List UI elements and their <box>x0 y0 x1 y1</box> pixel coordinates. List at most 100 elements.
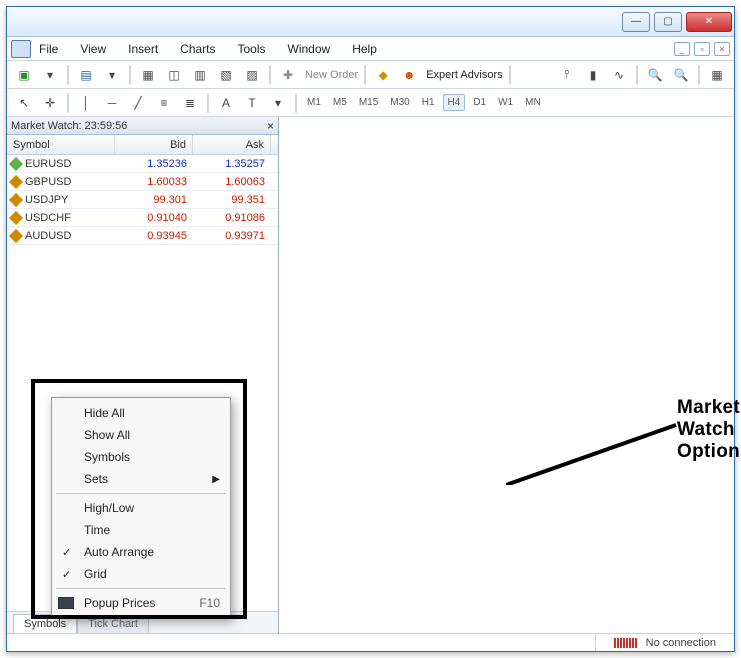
ask-value: 99.351 <box>193 191 271 208</box>
cursor-icon[interactable]: ↖ <box>13 92 35 114</box>
ctx-separator <box>56 493 226 494</box>
ctx-grid[interactable]: ✓Grid <box>52 563 230 585</box>
tf-m5[interactable]: M5 <box>329 95 351 110</box>
mdi-close-button[interactable]: × <box>714 42 730 56</box>
direction-icon <box>9 210 23 224</box>
direction-icon <box>9 228 23 242</box>
new-order-icon[interactable]: ✚ <box>277 64 299 86</box>
fibonacci-icon[interactable]: ≣ <box>179 92 201 114</box>
separator <box>698 65 700 85</box>
market-watch-close-icon[interactable]: × <box>267 119 274 133</box>
toolbar-main: ▣ ▾ ▤ ▾ ▦ ◫ ▥ ▧ ▨ ✚ New Order ◆ ☻ Expert… <box>7 61 734 89</box>
popup-prices-icon <box>58 597 74 609</box>
ctx-high-low[interactable]: High/Low <box>52 497 230 519</box>
tf-mn[interactable]: MN <box>521 95 545 110</box>
app-icon <box>11 40 31 58</box>
menu-window[interactable]: Window <box>288 42 331 56</box>
chevron-down-icon[interactable]: ▾ <box>267 92 289 114</box>
line-chart-icon[interactable]: ∿ <box>608 64 630 86</box>
check-icon: ✓ <box>62 546 71 559</box>
separator <box>269 65 271 85</box>
mdi-restore-button[interactable]: ▫ <box>694 42 710 56</box>
maximize-button[interactable]: ▢ <box>654 12 682 32</box>
market-watch-title: Market Watch: 23:59:56 × <box>7 117 278 135</box>
ctx-show-all[interactable]: Show All <box>52 424 230 446</box>
tf-w1[interactable]: W1 <box>494 95 517 110</box>
mdi-minimize-button[interactable]: _ <box>674 42 690 56</box>
text-tool-icon[interactable]: A <box>215 92 237 114</box>
market-watch-icon[interactable]: ▦ <box>137 64 159 86</box>
metaquotes-icon[interactable]: ◆ <box>372 64 394 86</box>
separator <box>207 93 209 113</box>
separator <box>67 65 69 85</box>
menu-insert[interactable]: Insert <box>128 42 158 56</box>
app-window: — ▢ ✕ File View Insert Charts Tools Wind… <box>6 6 735 652</box>
new-order-label[interactable]: New Order <box>305 69 358 81</box>
minimize-button[interactable]: — <box>622 12 650 32</box>
bar-chart-icon[interactable]: ⫯ <box>556 64 578 86</box>
ctx-auto-arrange[interactable]: ✓Auto Arrange <box>52 541 230 563</box>
candlestick-icon[interactable]: ▮ <box>582 64 604 86</box>
zoom-out-icon[interactable]: 🔍 <box>670 64 692 86</box>
bid-value: 0.93945 <box>115 227 193 244</box>
tf-m1[interactable]: M1 <box>303 95 325 110</box>
check-icon: ✓ <box>62 568 71 581</box>
market-watch-row[interactable]: USDCHF0.910400.91086 <box>7 209 278 227</box>
tf-d1[interactable]: D1 <box>469 95 490 110</box>
bid-value: 1.60033 <box>115 173 193 190</box>
ctx-symbols[interactable]: Symbols <box>52 446 230 468</box>
terminal-icon[interactable]: ▥ <box>189 64 211 86</box>
close-button[interactable]: ✕ <box>686 12 732 32</box>
tf-m15[interactable]: M15 <box>355 95 382 110</box>
trend-line-icon[interactable]: ╱ <box>127 92 149 114</box>
tf-h4[interactable]: H4 <box>443 94 466 111</box>
tf-m30[interactable]: M30 <box>386 95 413 110</box>
menu-view[interactable]: View <box>80 42 106 56</box>
channel-icon[interactable]: ≡ <box>153 92 175 114</box>
direction-icon <box>9 192 23 206</box>
zoom-in-icon[interactable]: 🔍 <box>644 64 666 86</box>
separator <box>67 93 69 113</box>
ask-value: 0.93971 <box>193 227 271 244</box>
market-watch-row[interactable]: GBPUSD1.600331.60063 <box>7 173 278 191</box>
ctx-popup-prices[interactable]: Popup PricesF10 <box>52 592 230 614</box>
bid-value: 1.35236 <box>115 155 193 172</box>
expert-advisors-icon[interactable]: ☻ <box>398 64 420 86</box>
market-watch-panel: Market Watch: 23:59:56 × Symbol Bid Ask … <box>7 117 279 633</box>
toolbar-draw: ↖ ✛ │ ─ ╱ ≡ ≣ A T ▾ M1 M5 M15 M30 H1 H4 … <box>7 89 734 117</box>
vertical-line-icon[interactable]: │ <box>75 92 97 114</box>
tf-h1[interactable]: H1 <box>418 95 439 110</box>
chevron-down-icon[interactable]: ▾ <box>39 64 61 86</box>
horizontal-line-icon[interactable]: ─ <box>101 92 123 114</box>
chart-area[interactable]: Market Watch Options <box>279 117 734 633</box>
separator <box>129 65 131 85</box>
status-bar: No connection <box>7 633 734 651</box>
data-window-icon[interactable]: ▨ <box>241 64 263 86</box>
ctx-hide-all[interactable]: Hide All <box>52 402 230 424</box>
tile-windows-icon[interactable]: ▦ <box>706 64 728 86</box>
menu-help[interactable]: Help <box>352 42 377 56</box>
expert-advisors-label[interactable]: Expert Advisors <box>426 69 502 81</box>
navigate-icon[interactable]: ◫ <box>163 64 185 86</box>
col-ask[interactable]: Ask <box>193 135 271 154</box>
market-watch-row[interactable]: USDJPY99.30199.351 <box>7 191 278 209</box>
menu-charts[interactable]: Charts <box>180 42 215 56</box>
col-bid[interactable]: Bid <box>115 135 193 154</box>
shortcut-label: F10 <box>199 596 220 610</box>
market-watch-row[interactable]: AUDUSD0.939450.93971 <box>7 227 278 245</box>
menu-tools[interactable]: Tools <box>238 42 266 56</box>
menu-file[interactable]: File <box>39 42 58 56</box>
ctx-time[interactable]: Time <box>52 519 230 541</box>
symbol-label: GBPUSD <box>25 176 71 188</box>
ask-value: 0.91086 <box>193 209 271 226</box>
ctx-sets[interactable]: Sets▶ <box>52 468 230 490</box>
crosshair-icon[interactable]: ✛ <box>39 92 61 114</box>
direction-icon <box>9 156 23 170</box>
new-chart-icon[interactable]: ▣ <box>13 64 35 86</box>
chevron-down-icon[interactable]: ▾ <box>101 64 123 86</box>
strategy-tester-icon[interactable]: ▧ <box>215 64 237 86</box>
market-watch-row[interactable]: EURUSD1.352361.35257 <box>7 155 278 173</box>
text-label-icon[interactable]: T <box>241 92 263 114</box>
col-symbol[interactable]: Symbol <box>7 135 115 154</box>
profiles-icon[interactable]: ▤ <box>75 64 97 86</box>
